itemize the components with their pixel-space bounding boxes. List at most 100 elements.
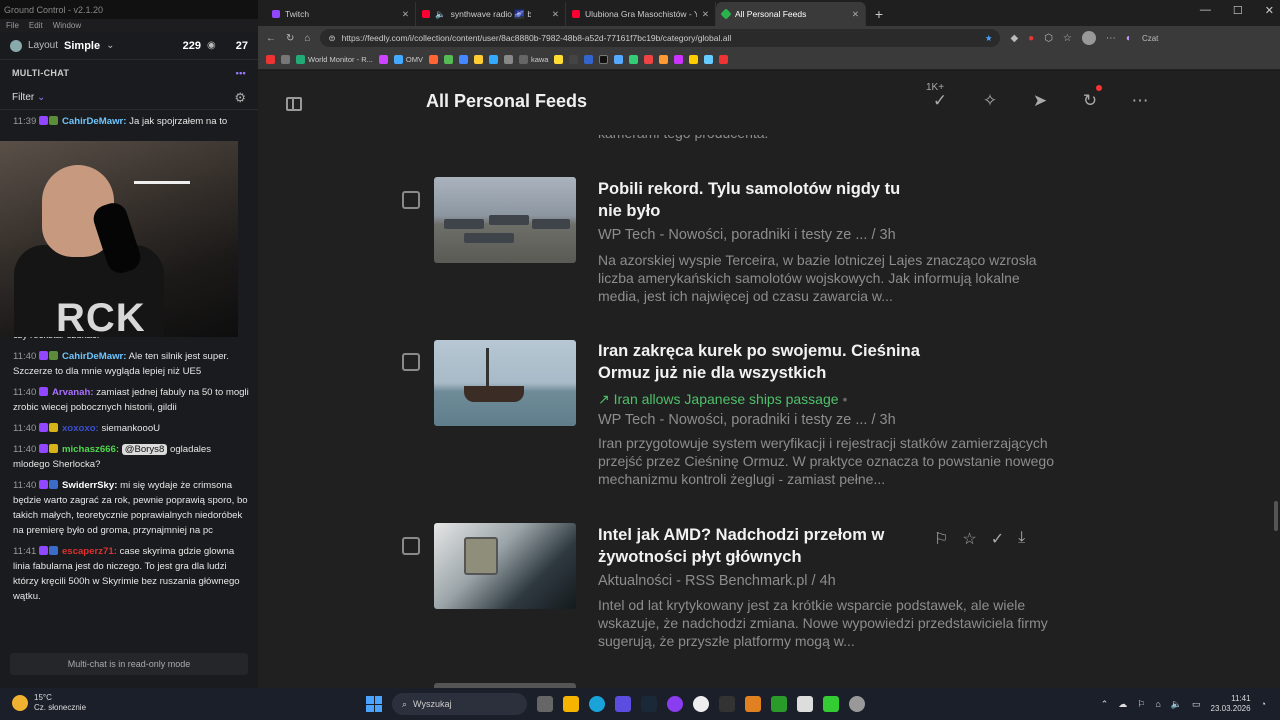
bookmark-icon[interactable]: ⚐ [934, 529, 948, 549]
chat-user[interactable]: xoxoxo: [62, 423, 99, 434]
bookmark-icon[interactable] [428, 55, 438, 64]
weather-widget[interactable]: 15°C Cz. słonecznie [12, 693, 86, 713]
article-source[interactable]: Aktualności - RSS Benchmark.pl / 4h [598, 573, 836, 589]
app-icon[interactable] [823, 696, 839, 712]
more-icon[interactable]: ••• [236, 68, 246, 78]
menu-dots-icon[interactable]: ⋯ [1106, 33, 1116, 44]
filter-button[interactable]: Filter ⌄ [12, 92, 45, 103]
bookmark-icon[interactable] [689, 55, 699, 64]
select-checkbox[interactable] [402, 191, 420, 209]
bookmark-icon[interactable] [614, 55, 624, 64]
maps-icon[interactable] [693, 696, 709, 712]
bookmark-icon[interactable] [266, 55, 275, 64]
article-source[interactable]: WP Tech - Nowości, poradniki i testy ze … [598, 412, 896, 428]
article-card[interactable]: Pobili rekord. Tylu samolotów nigdy tu n… [398, 177, 1038, 317]
back-icon[interactable]: ← [266, 33, 276, 44]
mark-read-icon[interactable]: ✓ [991, 529, 1004, 549]
article-thumbnail[interactable] [434, 523, 576, 609]
send-icon[interactable]: ➤ [1030, 91, 1050, 111]
volume-icon[interactable]: 🔈 [1171, 699, 1182, 710]
home-icon[interactable]: ⌂ [304, 33, 310, 44]
chat-user[interactable]: Arvanah: [52, 387, 94, 398]
article-thumbnail[interactable] [434, 340, 576, 426]
extension-icon[interactable]: ● [1028, 33, 1034, 44]
close-icon[interactable]: ✕ [702, 9, 709, 20]
article-title[interactable]: Pobili rekord. Tylu samolotów nigdy tu n… [598, 178, 928, 222]
close-icon[interactable]: ✕ [852, 9, 859, 20]
profile-avatar-icon[interactable] [1081, 31, 1096, 45]
bookmark-icon[interactable] [704, 55, 714, 64]
app-icon[interactable] [849, 696, 865, 712]
tab-youtube[interactable]: Ulubiona Gra Masochistów - YouTube ✕ [566, 2, 716, 26]
bookmark-icon[interactable] [629, 55, 639, 64]
tray-icon[interactable]: ☁ [1118, 699, 1127, 710]
article-source[interactable]: WP Tech - Nowości, poradniki i testy ze … [598, 227, 896, 243]
star-icon[interactable]: ★ [985, 33, 993, 44]
layout-select[interactable]: Simple [64, 40, 100, 52]
article-thumbnail[interactable] [434, 177, 576, 263]
extension-icon[interactable]: ☆ [1063, 33, 1072, 44]
extension-icon[interactable]: ◆ [1010, 33, 1018, 44]
bookmark-icon[interactable] [443, 55, 453, 64]
minimize-icon[interactable]: — [1200, 4, 1211, 17]
bookmark-icon[interactable] [584, 55, 594, 64]
battery-icon[interactable]: ▭ [1192, 699, 1201, 710]
article-title[interactable]: Iran zakręca kurek po swojemu. Cieśnina … [598, 340, 928, 384]
bookmark-icon[interactable] [569, 55, 579, 64]
bookmark-icon[interactable] [378, 55, 388, 64]
app-icon[interactable] [797, 696, 813, 712]
bookmark-kawa[interactable]: kawa [518, 55, 548, 64]
close-window-icon[interactable]: ✕ [1265, 4, 1274, 17]
chat-user[interactable]: escaperz71: [62, 546, 117, 557]
x-icon[interactable] [599, 55, 609, 64]
bookmark-world-monitor[interactable]: World Monitor - R... [296, 55, 373, 64]
windows-start-icon[interactable] [366, 696, 382, 712]
chat-user[interactable]: SwiderrSky: [62, 480, 117, 491]
close-icon[interactable]: ✕ [402, 9, 409, 20]
article-card[interactable]: Iran zakręca kurek po swojemu. Cieśnina … [398, 339, 1054, 499]
mark-above-read-icon[interactable]: ⤓ [1018, 529, 1025, 549]
refresh-icon[interactable]: ↻ [1080, 85, 1102, 111]
edge-icon[interactable] [589, 696, 605, 712]
chat-user[interactable]: CahirDeMawr: [62, 351, 127, 362]
tab-twitch[interactable]: Twitch ✕ [266, 2, 416, 26]
url-bar[interactable]: ⊜ https://feedly.com/i/collection/conten… [320, 29, 1001, 47]
app-icon[interactable] [615, 696, 631, 712]
select-checkbox[interactable] [402, 537, 420, 555]
bookmark-icon[interactable] [488, 55, 498, 64]
article-card[interactable]: Intel jak AMD? Nadchodzi przełom w żywot… [398, 523, 1048, 663]
gear-icon[interactable]: ⚙ [234, 90, 246, 106]
bookmark-icon[interactable] [644, 55, 654, 64]
tab-synthwave[interactable]: 🔈 synthwave radio 🌌 beats to ✕ [416, 2, 566, 26]
bookmark-omv[interactable]: OMV [393, 55, 423, 64]
bookmark-icon[interactable] [674, 55, 684, 64]
explorer-icon[interactable] [563, 696, 579, 712]
chat-user[interactable]: CahirDeMawr: [62, 116, 127, 127]
app-icon[interactable] [667, 696, 683, 712]
site-info-icon[interactable]: ⊜ [328, 33, 335, 44]
network-icon[interactable]: ⌂ [1155, 699, 1160, 709]
tab-feedly[interactable]: All Personal Feeds ✕ [716, 2, 866, 26]
close-icon[interactable]: ✕ [552, 9, 559, 20]
menu-file[interactable]: File [6, 21, 19, 30]
copilot-icon[interactable]: ◐ [1126, 33, 1132, 44]
menu-window[interactable]: Window [53, 21, 81, 30]
reload-icon[interactable]: ↻ [286, 33, 294, 44]
user-avatar-icon[interactable] [10, 39, 22, 52]
task-view-icon[interactable] [537, 696, 553, 712]
more-icon[interactable]: ⋯ [1130, 91, 1150, 111]
mark-read-icon[interactable]: ✓ [930, 91, 950, 111]
chevron-up-icon[interactable]: ⌃ [1101, 699, 1109, 710]
maximize-icon[interactable]: ☐ [1233, 4, 1243, 17]
ai-sparkle-icon[interactable]: ✧ [980, 91, 1000, 111]
chat-button[interactable]: Czat [1142, 34, 1158, 43]
select-checkbox[interactable] [402, 353, 420, 371]
tray-icon[interactable]: ⚐ [1137, 699, 1145, 710]
menu-edit[interactable]: Edit [29, 21, 43, 30]
star-icon[interactable]: ☆ [962, 529, 976, 549]
bookmark-icon[interactable] [554, 55, 564, 64]
bookmark-icon[interactable] [458, 55, 468, 64]
steam-icon[interactable] [641, 696, 657, 712]
article-title[interactable]: Intel jak AMD? Nadchodzi przełom w żywot… [598, 524, 928, 568]
extension-icon[interactable]: ⬡ [1044, 33, 1053, 44]
